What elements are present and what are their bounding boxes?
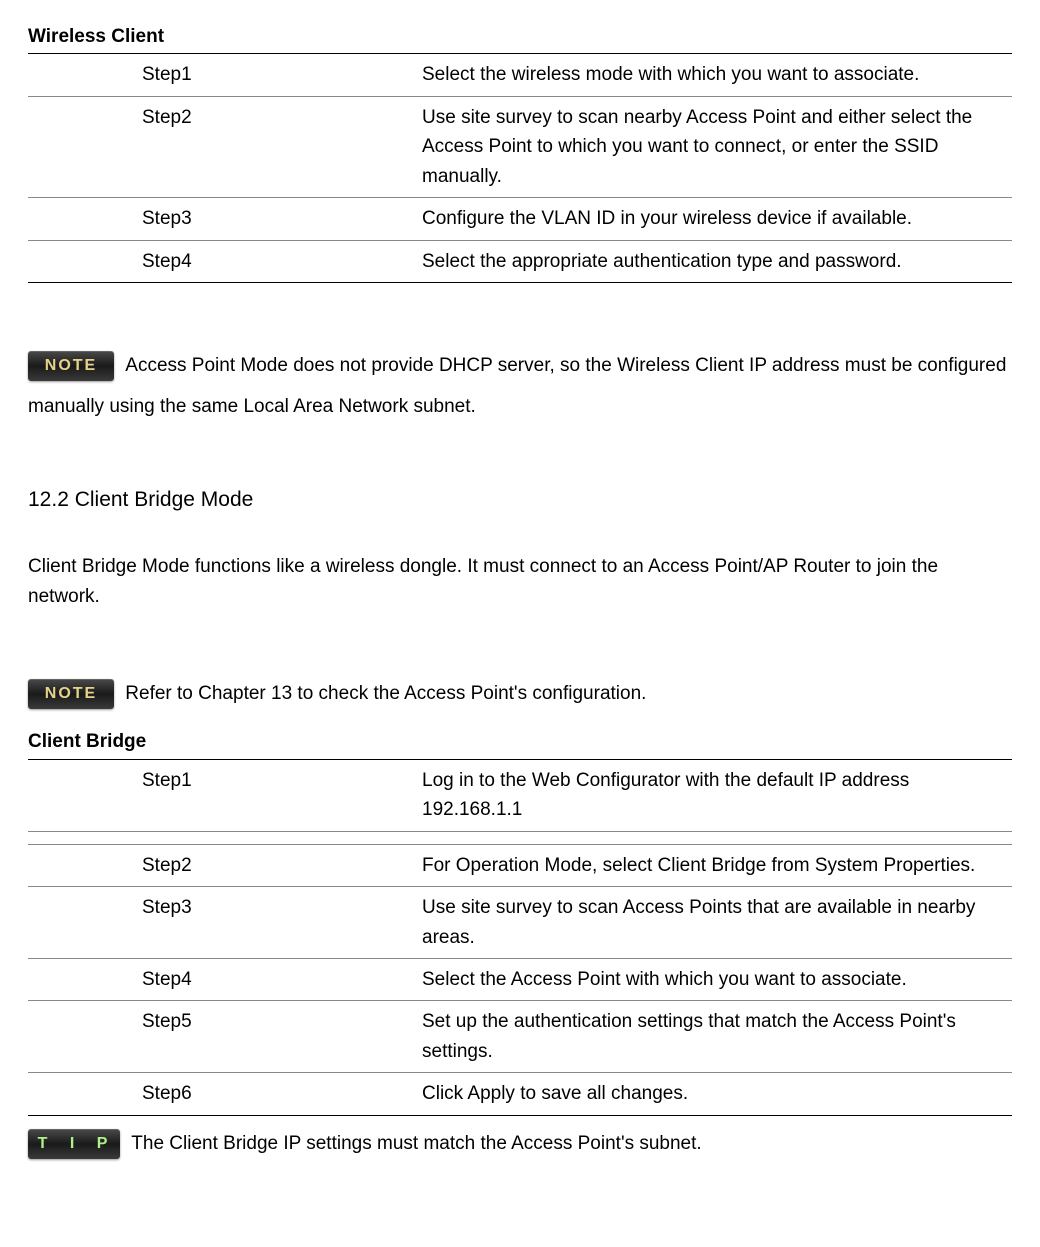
section-heading: 12.2 Client Bridge Mode — [28, 484, 1012, 517]
step-desc: Select the appropriate authentication ty… — [422, 240, 1012, 282]
step-desc: Use site survey to scan nearby Access Po… — [422, 96, 1012, 197]
table-row: Step4 Select the Access Point with which… — [28, 958, 1012, 1000]
note-text: Refer to Chapter 13 to check the Access … — [125, 683, 646, 704]
table-row: Step3 Use site survey to scan Access Poi… — [28, 887, 1012, 959]
note-paragraph: NOTE Refer to Chapter 13 to check the Ac… — [28, 674, 1012, 715]
step-desc: Select the Access Point with which you w… — [422, 958, 1012, 1000]
tip-text: The Client Bridge IP settings must match… — [131, 1133, 701, 1154]
step-desc: Configure the VLAN ID in your wireless d… — [422, 198, 1012, 240]
table-row: Step5 Set up the authentication settings… — [28, 1001, 1012, 1073]
step-desc: Log in to the Web Configurator with the … — [422, 759, 1012, 831]
step-label: Step6 — [28, 1073, 422, 1115]
client-bridge-table: Client Bridge Step1 Log in to the Web Co… — [28, 725, 1012, 1115]
step-label: Step3 — [28, 198, 422, 240]
section-intro: Client Bridge Mode functions like a wire… — [28, 552, 1012, 611]
step-desc: Use site survey to scan Access Points th… — [422, 887, 1012, 959]
step-label: Step1 — [28, 759, 422, 831]
step-label: Step4 — [28, 958, 422, 1000]
step-label: Step4 — [28, 240, 422, 282]
table-row: Step6 Click Apply to save all changes. — [28, 1073, 1012, 1115]
client-bridge-title: Client Bridge — [28, 725, 1012, 759]
wireless-client-title: Wireless Client — [28, 20, 1012, 54]
table-row: Step2 For Operation Mode, select Client … — [28, 844, 1012, 886]
table-row: Step1 Select the wireless mode with whic… — [28, 54, 1012, 96]
table-row: Step3 Configure the VLAN ID in your wire… — [28, 198, 1012, 240]
step-label: Step2 — [28, 96, 422, 197]
step-label: Step5 — [28, 1001, 422, 1073]
step-label: Step3 — [28, 887, 422, 959]
note-paragraph: NOTE Access Point Mode does not provide … — [28, 346, 1012, 429]
tip-paragraph: T I P The Client Bridge IP settings must… — [28, 1124, 1012, 1165]
step-label: Step1 — [28, 54, 422, 96]
step-desc: Select the wireless mode with which you … — [422, 54, 1012, 96]
table-row: Step1 Log in to the Web Configurator wit… — [28, 759, 1012, 831]
tip-icon: T I P — [28, 1129, 120, 1159]
note-icon: NOTE — [28, 351, 114, 381]
step-desc: For Operation Mode, select Client Bridge… — [422, 844, 1012, 886]
step-desc: Set up the authentication settings that … — [422, 1001, 1012, 1073]
note-text: Access Point Mode does not provide DHCP … — [28, 355, 1006, 417]
wireless-client-table: Wireless Client Step1 Select the wireles… — [28, 20, 1012, 283]
table-row: Step4 Select the appropriate authenticat… — [28, 240, 1012, 282]
table-row: Step2 Use site survey to scan nearby Acc… — [28, 96, 1012, 197]
step-label: Step2 — [28, 844, 422, 886]
step-desc: Click Apply to save all changes. — [422, 1073, 1012, 1115]
note-icon: NOTE — [28, 679, 114, 709]
